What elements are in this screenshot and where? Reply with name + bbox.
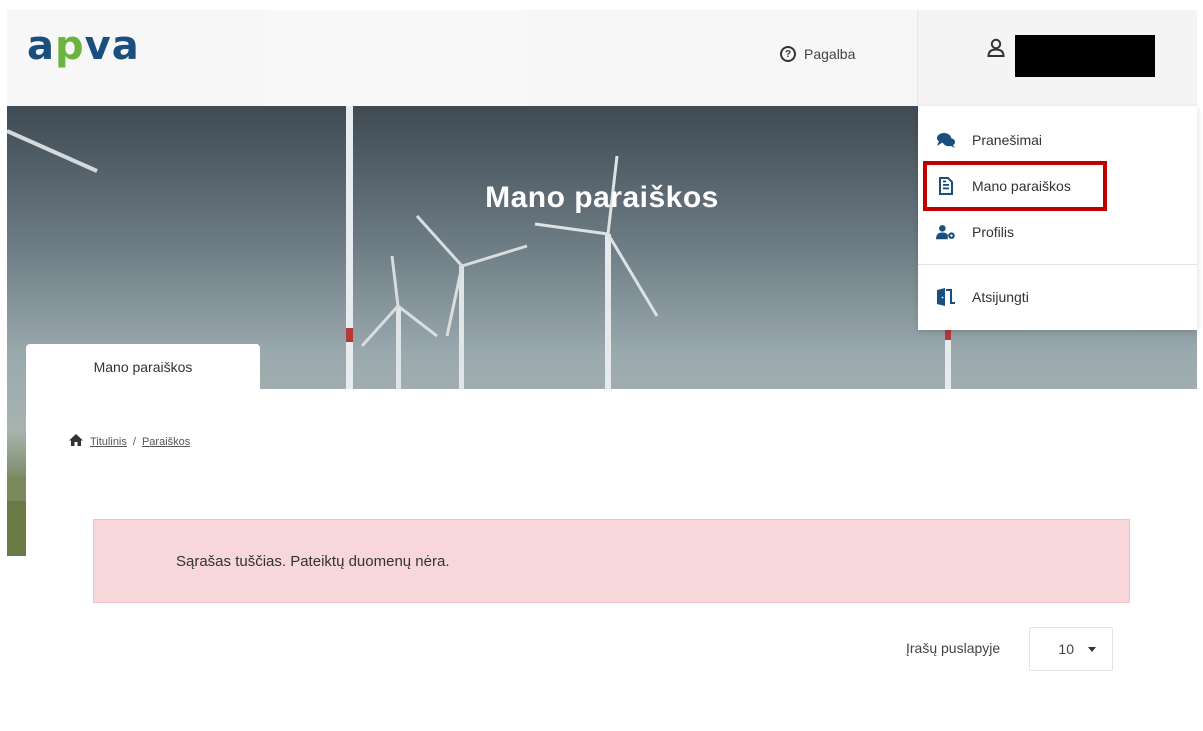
menu-item-label: Profilis [972, 224, 1015, 240]
menu-divider [918, 264, 1197, 265]
help-label: Pagalba [804, 46, 856, 62]
user-settings-icon [936, 222, 956, 242]
menu-item-profilis[interactable]: Profilis [936, 217, 1014, 247]
menu-item-atsijungti[interactable]: Atsijungti [936, 282, 1029, 312]
per-page-label: Įrašų puslapyje [906, 640, 1001, 656]
logo-text-va: va [84, 23, 140, 69]
empty-list-alert: Sąrašas tuščias. Pateiktų duomenų nėra. [93, 519, 1130, 603]
logo-text-p: p [55, 23, 85, 69]
caret-down-icon [1088, 646, 1096, 652]
door-exit-icon [936, 287, 956, 307]
user-menu-toggle[interactable] [917, 10, 1197, 106]
user-name-redacted [1015, 35, 1155, 77]
home-icon[interactable] [68, 433, 84, 450]
help-icon: ? [780, 46, 796, 62]
user-dropdown-menu: Pranešimai Mano paraiškos Profilis Atsij… [918, 106, 1197, 330]
help-link[interactable]: ? Pagalba [780, 46, 855, 62]
menu-item-pranesimai[interactable]: Pranešimai [936, 125, 1042, 155]
tab-mano-paraiskos[interactable]: Mano paraiškos [26, 344, 260, 390]
logo[interactable]: apva [27, 26, 140, 66]
per-page-value: 10 [1058, 641, 1074, 657]
per-page-select[interactable]: 10 [1029, 627, 1113, 671]
main-content: Titulinis / Paraiškos Sąrašas tuščias. P… [26, 389, 1197, 731]
menu-item-label: Pranešimai [972, 132, 1043, 148]
breadcrumb: Titulinis / Paraiškos [68, 433, 190, 450]
alert-message: Sąrašas tuščias. Pateiktų duomenų nėra. [176, 552, 450, 570]
breadcrumb-link-paraiskos[interactable]: Paraiškos [142, 436, 190, 448]
page: apva ? Pagalba Mano paraiškos Mano parai… [0, 0, 1203, 731]
comments-icon [936, 130, 956, 150]
highlight-box [923, 161, 1107, 211]
header: apva ? Pagalba [7, 10, 1197, 106]
header-spacer [265, 10, 527, 106]
breadcrumb-link-titulinis[interactable]: Titulinis [90, 436, 127, 448]
menu-item-label: Atsijungti [972, 289, 1029, 305]
logo-text-a: a [27, 23, 55, 69]
breadcrumb-separator: / [132, 435, 136, 448]
user-icon [987, 38, 1005, 63]
